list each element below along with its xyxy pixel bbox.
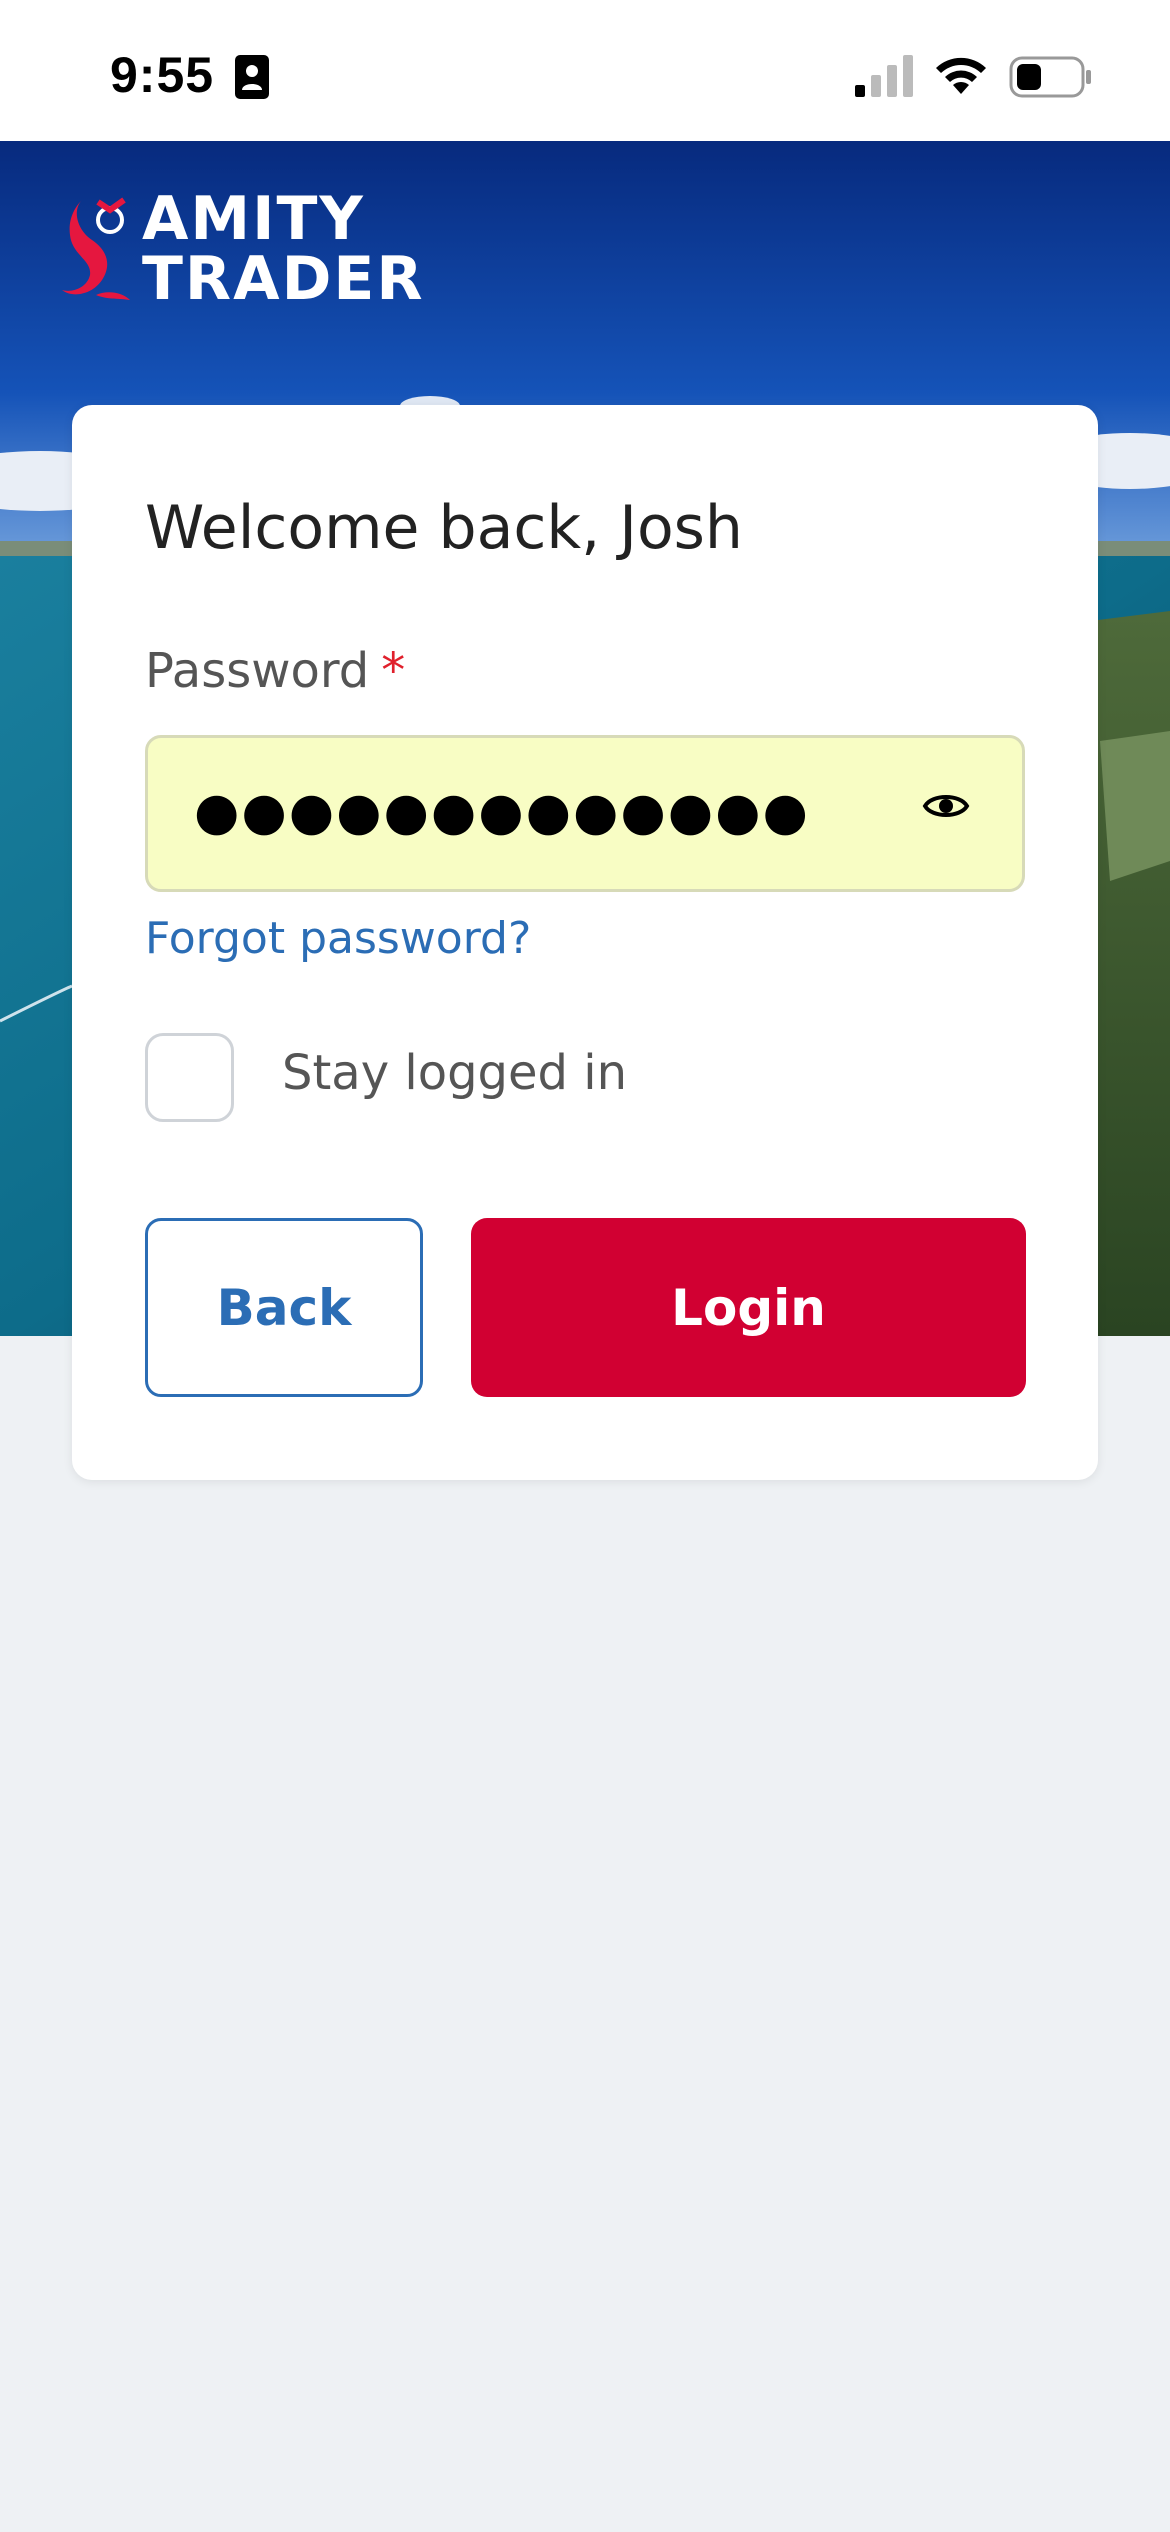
stay-logged-in-label[interactable]: Stay logged in (282, 1045, 627, 1101)
stay-logged-in-checkbox[interactable] (145, 1033, 234, 1122)
wifi-icon (936, 57, 986, 94)
signal-icon (855, 55, 913, 97)
id-card-icon (235, 55, 269, 99)
password-label: Password * (145, 643, 405, 699)
battery-icon (1009, 56, 1091, 98)
login-card: Welcome back, Josh Password * ●●●●●●●●●●●… (72, 405, 1098, 1480)
back-button-label: Back (216, 1278, 352, 1337)
eye-icon[interactable] (922, 784, 970, 828)
password-label-text: Password (145, 643, 370, 699)
login-button[interactable]: Login (471, 1218, 1026, 1397)
required-marker: * (381, 643, 406, 699)
login-button-label: Login (671, 1278, 826, 1337)
brand-line2: TRADER (142, 244, 425, 314)
back-button[interactable]: Back (145, 1218, 423, 1397)
password-value: ●●●●●●●●●●●●● (194, 782, 810, 842)
status-time: 9:55 (110, 47, 215, 103)
forgot-password-link[interactable]: Forgot password? (145, 913, 531, 964)
welcome-heading: Welcome back, Josh (145, 493, 743, 563)
mermaid-icon (62, 197, 130, 300)
brand-wordmark: AMITY TRADER (142, 189, 425, 309)
password-input[interactable]: ●●●●●●●●●●●●● (145, 735, 1025, 892)
status-bar: 9:55 (0, 0, 1170, 141)
brand-line1: AMITY (142, 184, 365, 254)
